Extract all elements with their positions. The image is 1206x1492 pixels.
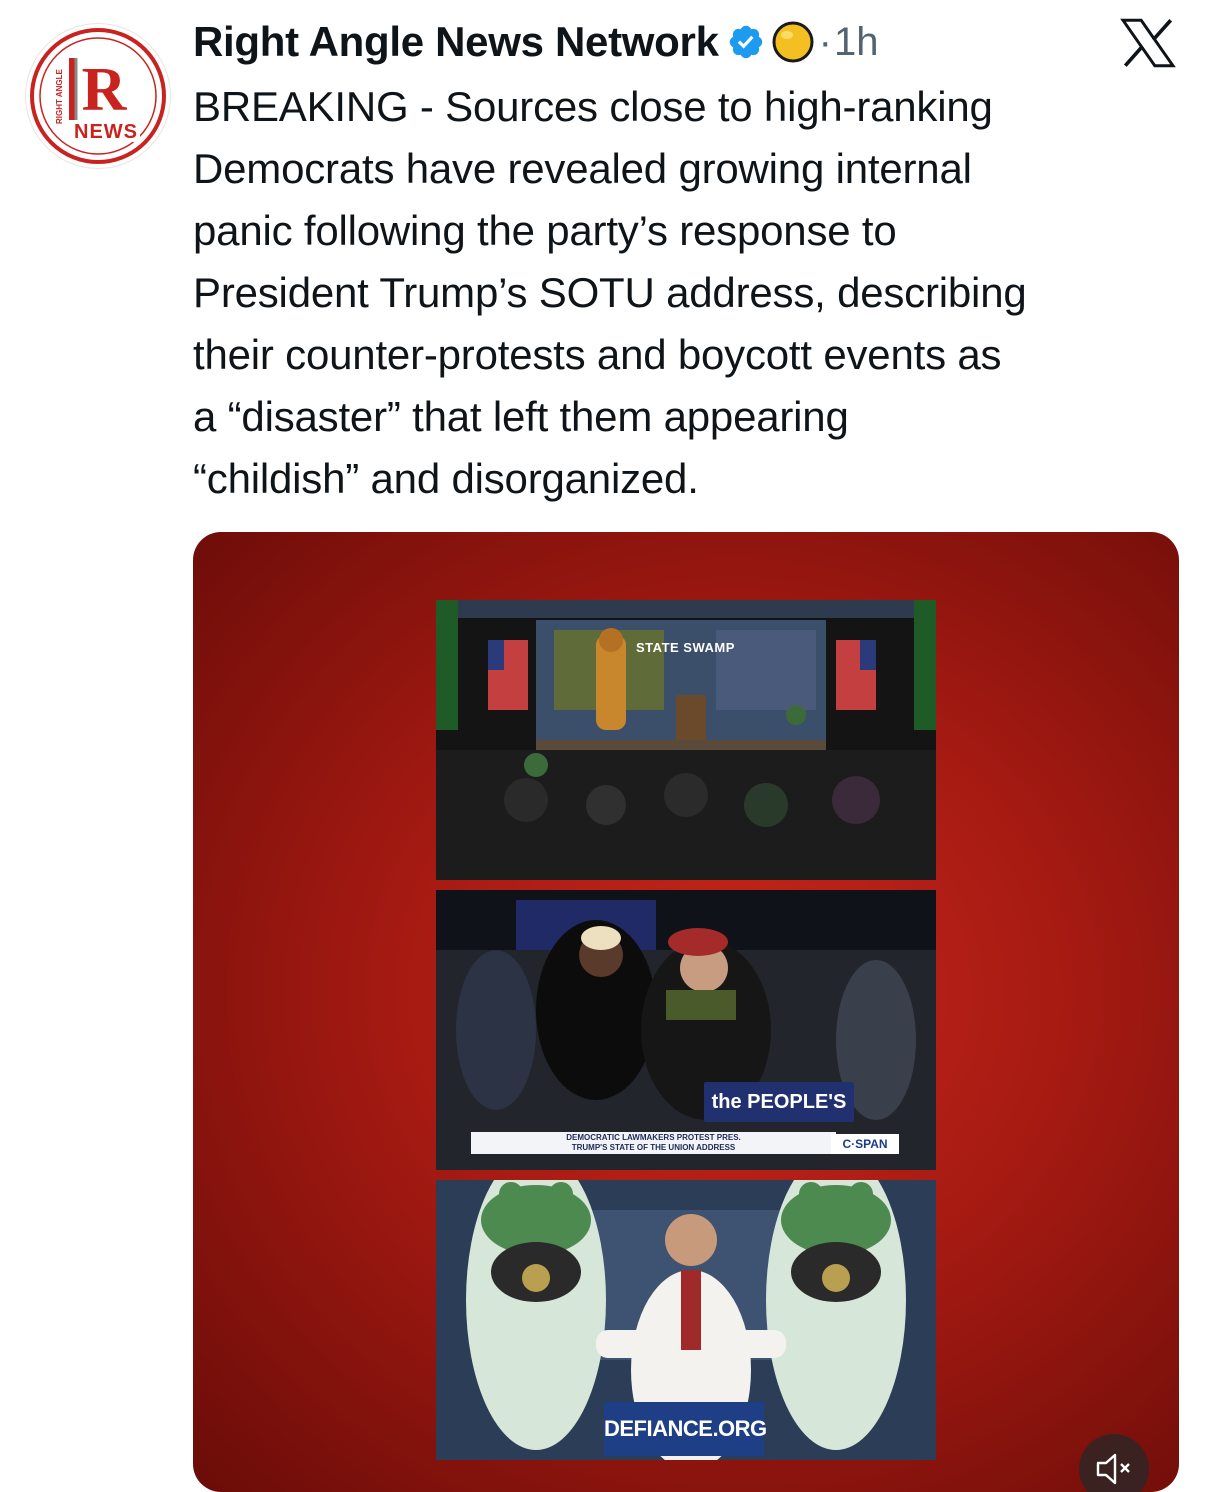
yellow-circle-emoji <box>772 21 814 63</box>
panel-sign-peoples: the PEOPLE'S <box>704 1082 854 1122</box>
verified-badge-icon[interactable] <box>727 23 765 61</box>
panel-sign-state-swamp: STATE SWAMP <box>636 640 735 655</box>
video-panel-state-of-swamp: STATE SWAMP <box>436 600 936 880</box>
tweet-header: Right Angle News Network · 1h <box>193 14 878 70</box>
mute-button[interactable] <box>1079 1434 1149 1492</box>
svg-text:R: R <box>82 56 128 124</box>
timestamp[interactable]: 1h <box>834 20 879 65</box>
video-panel-peoples-protest: the PEOPLE'S DEMOCRATIC LAWMAKERS PROTES… <box>436 890 936 1170</box>
tweet-text: BREAKING - Sources close to high-ranking… <box>193 83 1027 502</box>
svg-text:NEWS: NEWS <box>74 121 138 143</box>
x-logo-icon[interactable] <box>1120 18 1176 68</box>
speaker-muted-icon <box>1096 1453 1130 1485</box>
author-display-name[interactable]: Right Angle News Network <box>193 18 719 66</box>
avatar[interactable]: R NEWS RIGHT ANGLE <box>26 24 170 168</box>
video-panel-defiance: DEFIANCE.ORG <box>436 1180 936 1460</box>
media-video[interactable]: STATE SWAMP the PEOPLE'S DEMOCRATIC LAWM… <box>193 532 1179 1492</box>
right-angle-news-logo: R NEWS RIGHT ANGLE <box>30 28 166 164</box>
cspan-network-bug: C·SPAN <box>831 1134 899 1154</box>
panel-sign-defiance: DEFIANCE.ORG <box>604 1402 767 1456</box>
cspan-caption: DEMOCRATIC LAWMAKERS PROTEST PRES. TRUMP… <box>471 1132 836 1154</box>
header-separator: · <box>818 19 832 64</box>
svg-text:RIGHT ANGLE: RIGHT ANGLE <box>55 69 64 124</box>
